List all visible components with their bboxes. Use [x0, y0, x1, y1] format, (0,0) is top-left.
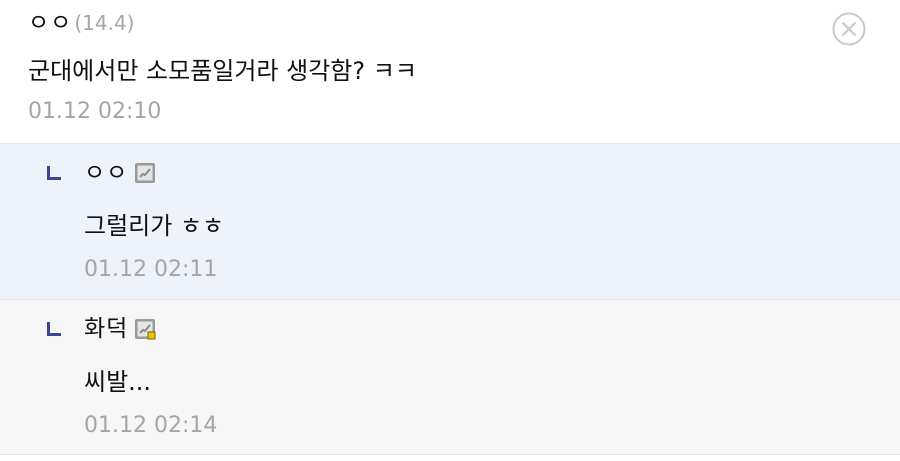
- reply-item: ㅇㅇ 그럴리가 ㅎㅎ 01.12 02:11: [0, 143, 900, 299]
- reply-author-nickname[interactable]: 화덕: [84, 314, 128, 344]
- reply-date: 01.12 02:14: [84, 413, 218, 438]
- divider: [0, 454, 900, 455]
- reply-author[interactable]: 화덕: [84, 314, 156, 344]
- reply-arrow-icon: [47, 166, 61, 180]
- reply-arrow-icon: [47, 322, 61, 336]
- comment-author[interactable]: ㅇㅇ (14.4): [28, 8, 134, 38]
- reply-text: 씨발...: [84, 368, 152, 396]
- delete-button[interactable]: [832, 12, 866, 46]
- fixed-nick-icon: [135, 163, 156, 183]
- reply-author-nickname[interactable]: ㅇㅇ: [84, 158, 128, 188]
- comment-thread: ㅇㅇ (14.4) 군대에서만 소모품일거라 생각함? ㅋㅋ 01.12 02:…: [0, 0, 900, 461]
- author-ip: (14.4): [74, 11, 135, 35]
- close-circle-icon: [832, 12, 866, 46]
- reply-item: 화덕 씨발... 01.12 02:14: [0, 299, 900, 455]
- comment: ㅇㅇ (14.4) 군대에서만 소모품일거라 생각함? ㅋㅋ 01.12 02:…: [0, 0, 900, 143]
- comment-text: 군대에서만 소모품일거라 생각함? ㅋㅋ: [28, 57, 417, 85]
- reply-text: 그럴리가 ㅎㅎ: [84, 212, 225, 240]
- semi-fixed-nick-icon: [135, 319, 156, 340]
- reply-date: 01.12 02:11: [84, 257, 218, 282]
- reply-author[interactable]: ㅇㅇ: [84, 158, 156, 188]
- comment-date: 01.12 02:10: [28, 99, 162, 124]
- author-nickname[interactable]: ㅇㅇ: [28, 8, 72, 38]
